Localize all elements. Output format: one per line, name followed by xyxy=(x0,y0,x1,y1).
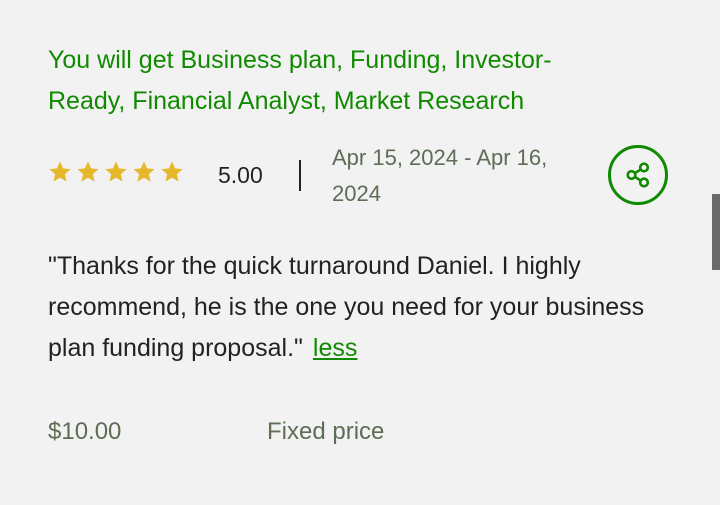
star-icon xyxy=(77,161,99,182)
star-icon xyxy=(161,161,183,182)
star-icon xyxy=(133,161,155,182)
price-type: Fixed price xyxy=(267,418,385,445)
share-icon xyxy=(626,162,650,188)
price-row: $10.00 Fixed price xyxy=(48,418,648,454)
divider xyxy=(299,160,301,191)
star-rating xyxy=(48,160,184,190)
contract-dates: Apr 15, 2024 - Apr 16, 2024 xyxy=(332,145,548,206)
share-button[interactable] xyxy=(608,145,668,205)
review-card: You will get Business plan, Funding, Inv… xyxy=(0,0,720,505)
price-amount: $10.00 xyxy=(48,418,122,445)
less-link[interactable]: less xyxy=(313,334,357,362)
star-icon xyxy=(49,161,71,182)
rating-score: 5.00 xyxy=(218,162,263,188)
job-title-link[interactable]: You will get Business plan, Funding, Inv… xyxy=(48,40,628,122)
scrollbar-thumb[interactable] xyxy=(712,194,720,270)
star-icon xyxy=(105,161,127,182)
rating-row: 5.00 Apr 15, 2024 - Apr 16, 2024 xyxy=(48,140,608,210)
review-text-block: "Thanks for the quick turnaround Daniel.… xyxy=(48,246,648,369)
